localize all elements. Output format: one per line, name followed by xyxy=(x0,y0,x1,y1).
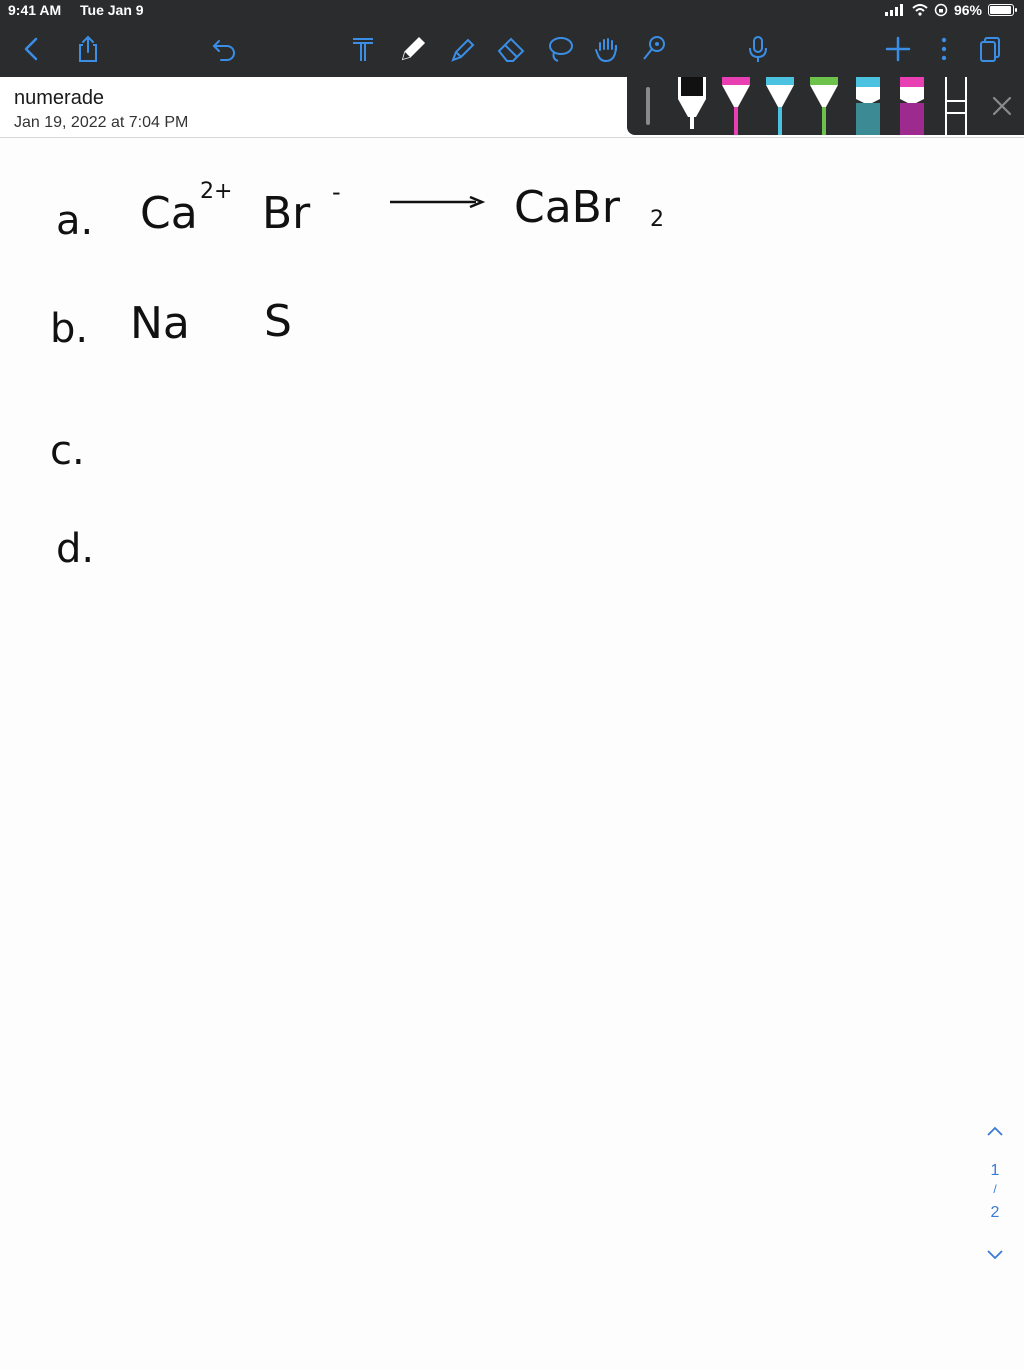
ion-br: Br xyxy=(262,188,311,239)
page-up-icon[interactable] xyxy=(983,1120,1007,1144)
hand-icon[interactable] xyxy=(589,31,625,67)
label-c: c. xyxy=(50,428,85,474)
product-cabr: CaBr xyxy=(514,182,621,233)
pen-magenta[interactable] xyxy=(720,77,752,135)
lasso-icon[interactable] xyxy=(542,31,578,67)
ion-na: Na xyxy=(130,298,190,349)
label-b: b. xyxy=(50,306,88,352)
highlighter-purple[interactable] xyxy=(896,77,928,135)
current-page: 1 xyxy=(990,1162,1000,1179)
total-pages: 2 xyxy=(990,1204,1000,1221)
shapes-icon[interactable] xyxy=(636,31,672,67)
close-icon[interactable] xyxy=(990,94,1014,118)
share-icon[interactable] xyxy=(70,31,106,67)
page-down-icon[interactable] xyxy=(983,1242,1007,1266)
status-indicators: 96% xyxy=(884,2,1017,18)
pen-tray xyxy=(627,77,1024,135)
microphone-icon[interactable] xyxy=(740,31,776,67)
label-d: d. xyxy=(56,526,94,572)
document-title[interactable]: numerade xyxy=(14,87,104,110)
product-subscript: 2 xyxy=(650,207,664,232)
note-canvas[interactable]: a. Ca 2+ Br - CaBr 2 b. Na S c. d. xyxy=(0,138,1024,1364)
charge-ca: 2+ xyxy=(200,179,232,204)
back-icon[interactable] xyxy=(14,31,50,67)
top-toolbar: 9:41 AM Tue Jan 9 96% xyxy=(0,0,1024,77)
pages-icon[interactable] xyxy=(973,31,1009,67)
highlighter-icon[interactable] xyxy=(444,31,480,67)
status-bar: 9:41 AM Tue Jan 9 96% xyxy=(0,0,1024,22)
status-time: 9:41 AM xyxy=(8,2,62,18)
signal-icon xyxy=(884,4,903,16)
highlighter-teal[interactable] xyxy=(852,77,884,135)
battery-icon xyxy=(988,4,1017,16)
label-a: a. xyxy=(56,198,93,244)
pen-icon[interactable] xyxy=(395,31,431,67)
charge-br: - xyxy=(332,178,341,206)
pen-cyan[interactable] xyxy=(764,77,796,135)
pen-black[interactable] xyxy=(676,77,708,135)
page-navigator: 1 / 2 xyxy=(975,1120,1015,1270)
handwriting-layer: a. Ca 2+ Br - CaBr 2 b. Na S c. d. xyxy=(50,178,664,572)
text-tool-icon[interactable] xyxy=(345,31,381,67)
reaction-arrow xyxy=(390,195,486,209)
ion-ca: Ca xyxy=(140,188,198,239)
undo-icon[interactable] xyxy=(207,31,243,67)
eraser-tool[interactable] xyxy=(940,77,972,135)
add-icon[interactable] xyxy=(880,31,916,67)
battery-percent: 96% xyxy=(953,2,982,18)
document-date: Jan 19, 2022 at 7:04 PM xyxy=(14,114,189,131)
status-date: Tue Jan 9 xyxy=(80,2,144,18)
pen-green[interactable] xyxy=(808,77,840,135)
ion-s: S xyxy=(264,296,292,347)
tray-handle[interactable] xyxy=(646,87,650,125)
wifi-icon xyxy=(912,4,928,16)
eraser-icon[interactable] xyxy=(493,31,529,67)
more-icon[interactable] xyxy=(926,31,962,67)
page-separator: / xyxy=(993,1182,997,1196)
rotation-lock-icon xyxy=(934,3,948,17)
